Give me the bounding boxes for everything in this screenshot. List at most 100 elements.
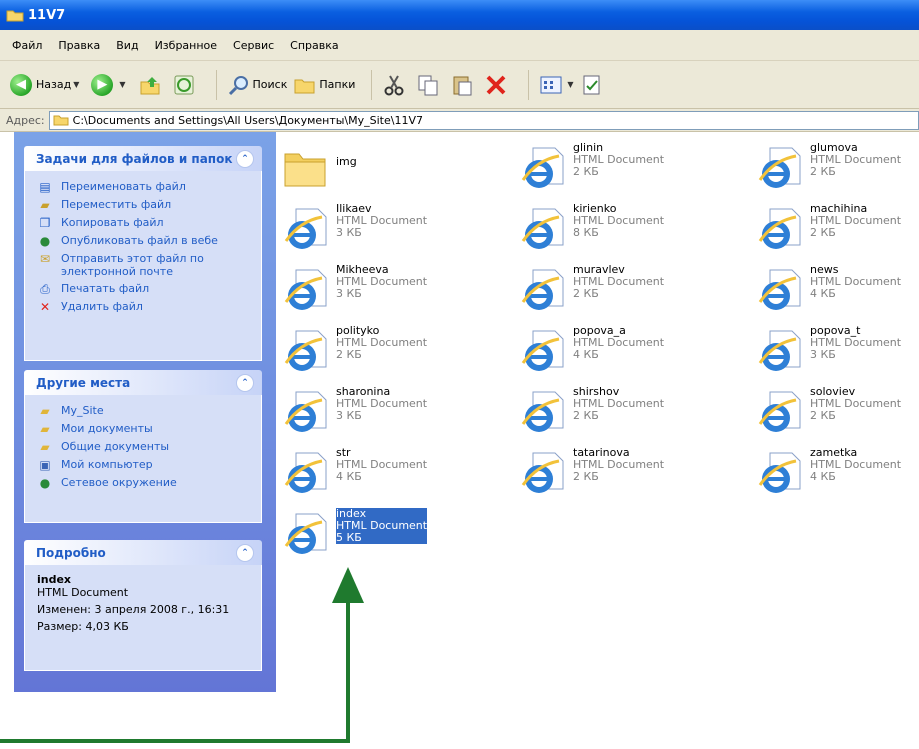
collapse-icon[interactable]: ⌃	[236, 149, 254, 168]
file-item[interactable]: popova_t HTML Document 3 КБ	[756, 325, 901, 375]
menu-file[interactable]: Файл	[4, 39, 50, 52]
ie-document-icon	[756, 388, 804, 436]
task-email[interactable]: ✉ Отправить этот файл по электронной почт…	[37, 252, 251, 278]
file-item[interactable]: polityko HTML Document 2 КБ	[282, 325, 427, 375]
chevron-down-icon[interactable]: ▼	[73, 80, 79, 89]
file-item[interactable]: soloviev HTML Document 2 КБ	[756, 386, 901, 436]
file-item[interactable]: popova_a HTML Document 4 КБ	[519, 325, 664, 375]
menu-tools[interactable]: Сервис	[225, 39, 282, 52]
paste-icon[interactable]	[450, 73, 474, 97]
file-item[interactable]: machihina HTML Document 2 КБ	[756, 203, 901, 253]
place-label: My_Site	[61, 404, 104, 417]
chevron-down-icon[interactable]: ▼	[567, 80, 573, 89]
file-item[interactable]: Mikheeva HTML Document 3 КБ	[282, 264, 427, 314]
task-rename[interactable]: ▤ Переименовать файл	[37, 180, 251, 194]
title-bar: 11V7	[0, 0, 919, 30]
details-header[interactable]: Подробно ⌃	[24, 540, 262, 565]
views-icon[interactable]	[539, 73, 563, 97]
task-print[interactable]: ⎙ Печатать файл	[37, 282, 251, 296]
task-label: Переименовать файл	[61, 180, 186, 193]
annotation-arrow	[0, 567, 364, 743]
arrow-path	[0, 601, 350, 743]
file-item[interactable]: Ilikaev HTML Document 3 КБ	[282, 203, 427, 253]
file-item[interactable]: str HTML Document 4 КБ	[282, 447, 427, 497]
copy-icon: ❐	[39, 215, 51, 230]
task-label: Опубликовать файл в вебе	[61, 234, 218, 247]
other-places-panel: Другие места ⌃ ▰ My_Site ▰ Мои документы ▰…	[24, 370, 262, 523]
file-size: 3 КБ	[336, 287, 362, 300]
up-folder-icon[interactable]	[138, 73, 162, 97]
copy-icon[interactable]	[416, 73, 440, 97]
folder-icon	[6, 8, 24, 22]
file-size: 2 КБ	[573, 409, 599, 422]
ie-document-icon	[519, 205, 567, 253]
properties-icon[interactable]	[580, 73, 604, 97]
address-input[interactable]: C:\Documents and Settings\All Users\Доку…	[48, 110, 919, 130]
file-item[interactable]: glumova HTML Document 2 КБ	[756, 142, 901, 192]
place-my-site[interactable]: ▰ My_Site	[37, 404, 251, 418]
search-icon	[227, 73, 251, 97]
file-item[interactable]: index HTML Document 5 КБ	[282, 508, 428, 558]
printer-icon: ⎙	[40, 281, 50, 296]
chevron-down-icon[interactable]: ▼	[119, 80, 125, 89]
back-label: Назад	[36, 78, 72, 91]
address-bar: Адрес: C:\Documents and Settings\All Use…	[0, 109, 919, 132]
file-item[interactable]: kirienko HTML Document 8 КБ	[519, 203, 664, 253]
move-icon: ▰	[40, 197, 50, 212]
ie-document-icon	[519, 388, 567, 436]
other-places-header[interactable]: Другие места ⌃	[24, 370, 262, 395]
file-item[interactable]: news HTML Document 4 КБ	[756, 264, 901, 314]
tasks-panel: Задачи для файлов и папок ⌃ ▤ Переименова…	[24, 146, 262, 361]
menu-view[interactable]: Вид	[108, 39, 146, 52]
task-publish[interactable]: ● Опубликовать файл в вебе	[37, 234, 251, 248]
arrow-head	[332, 567, 364, 603]
delete-icon: ✕	[39, 299, 51, 314]
menu-favorites[interactable]: Избранное	[147, 39, 225, 52]
delete-icon[interactable]	[484, 73, 508, 97]
ie-document-icon	[282, 388, 330, 436]
cut-icon[interactable]	[382, 73, 406, 97]
place-my-documents[interactable]: ▰ Мои документы	[37, 422, 251, 436]
back-button[interactable]: ◀ Назад ▼	[10, 73, 85, 96]
file-size: 5 КБ	[336, 531, 362, 544]
file-size: 4 КБ	[810, 470, 836, 483]
place-shared-documents[interactable]: ▰ Общие документы	[37, 440, 251, 454]
place-label: Мои документы	[61, 422, 153, 435]
file-size: 2 КБ	[810, 165, 836, 178]
place-my-computer[interactable]: ▣ Мой компьютер	[37, 458, 251, 472]
forward-button[interactable]: ▶ ▼	[91, 73, 131, 96]
file-size: 3 КБ	[336, 226, 362, 239]
tasks-panel-header[interactable]: Задачи для файлов и папок ⌃	[24, 146, 262, 171]
collapse-icon[interactable]: ⌃	[236, 373, 254, 392]
menu-help[interactable]: Справка	[282, 39, 346, 52]
folder-icon: ▰	[40, 403, 50, 418]
folder-item[interactable]: img	[282, 142, 357, 192]
file-item[interactable]: sharonina HTML Document 3 КБ	[282, 386, 427, 436]
file-item[interactable]: glinin HTML Document 2 КБ	[519, 142, 664, 192]
folders-button[interactable]: Папки	[293, 73, 355, 97]
folders-label: Папки	[319, 78, 356, 91]
folder-icon: ▰	[40, 439, 50, 454]
search-button[interactable]: Поиск	[227, 73, 287, 97]
menu-edit[interactable]: Правка	[50, 39, 108, 52]
file-size: 8 КБ	[573, 226, 599, 239]
ie-document-icon	[756, 327, 804, 375]
file-size: 2 КБ	[810, 409, 836, 422]
sync-icon[interactable]	[172, 73, 196, 97]
globe-icon: ●	[39, 233, 51, 248]
file-item[interactable]: tatarinova HTML Document 2 КБ	[519, 447, 664, 497]
menu-bar: Файл Правка Вид Избранное Сервис Справка	[0, 30, 919, 61]
toolbar-separator	[528, 69, 530, 100]
place-network[interactable]: ● Сетевое окружение	[37, 476, 251, 490]
file-item[interactable]: muravlev HTML Document 2 КБ	[519, 264, 664, 314]
file-size: 3 КБ	[336, 409, 362, 422]
task-delete[interactable]: ✕ Удалить файл	[37, 300, 251, 314]
file-item[interactable]: zametka HTML Document 4 КБ	[756, 447, 901, 497]
task-label: Печатать файл	[61, 282, 150, 295]
file-size: 2 КБ	[336, 348, 362, 361]
task-copy[interactable]: ❐ Копировать файл	[37, 216, 251, 230]
folders-icon	[293, 73, 317, 97]
file-item[interactable]: shirshov HTML Document 2 КБ	[519, 386, 664, 436]
task-move[interactable]: ▰ Переместить файл	[37, 198, 251, 212]
collapse-icon[interactable]: ⌃	[236, 543, 254, 562]
